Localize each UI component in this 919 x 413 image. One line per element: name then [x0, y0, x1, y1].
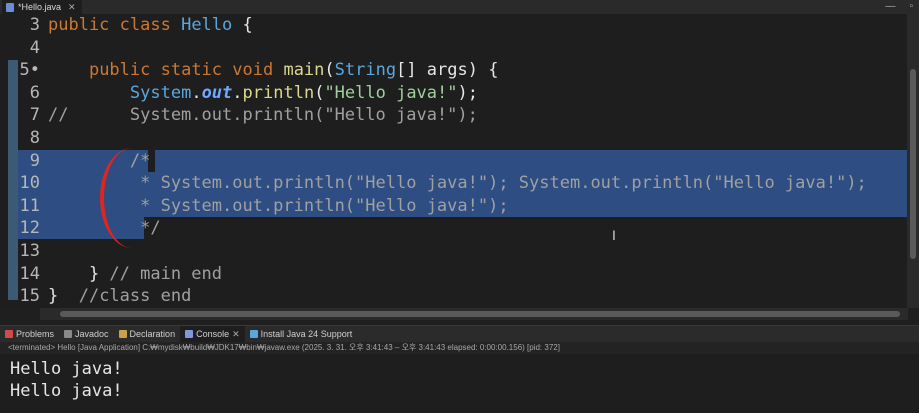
scroll-thumb[interactable] — [910, 69, 916, 259]
code-text: } //class end — [48, 285, 191, 307]
panel-tab-label: Javadoc — [75, 329, 109, 339]
horizontal-scrollbar[interactable] — [40, 308, 908, 320]
code-token: . — [191, 82, 202, 103]
code-token: "Hello java!" — [324, 82, 458, 103]
line-number: 6 — [29, 82, 40, 103]
close-icon[interactable]: ✕ — [68, 0, 76, 14]
panel-tab-label: Console — [196, 329, 230, 339]
code-token: public — [88, 60, 161, 81]
code-text: System.out.println("Hello java!"); — [48, 82, 478, 104]
editor-tab-bar: *Hello.java ✕ — ▫ — [0, 0, 919, 15]
line-number: 14 — [19, 263, 40, 284]
tab-problems[interactable]: Problems — [0, 326, 59, 342]
code-text: public class Hello { — [48, 14, 253, 36]
line-number: 15 — [19, 286, 40, 307]
line-number: 7 — [29, 105, 40, 126]
line-number: 13 — [19, 241, 40, 261]
code-token: . — [232, 82, 243, 103]
panel-tab-label: Declaration — [129, 329, 176, 339]
console-line: Hello java! — [10, 381, 123, 401]
code-token: void — [232, 60, 284, 81]
code-token: out — [201, 82, 233, 103]
code-token: //class end — [78, 286, 192, 307]
line-number: 12 — [19, 218, 40, 239]
selection-highlight — [155, 150, 909, 172]
tab-declaration[interactable]: Declaration — [114, 326, 181, 342]
tab-hello-java[interactable]: *Hello.java ✕ — [2, 0, 82, 14]
panel-tab-label: Problems — [16, 329, 55, 339]
bottom-panel-tabs: Problems Javadoc Declaration Console ✕ Instal… — [0, 325, 919, 342]
code-text: // System.out.println("Hello java!"); — [48, 104, 478, 126]
code-text: * System.out.println("Hello java!"); Sys… — [48, 172, 867, 194]
line-number: 9 — [29, 150, 40, 171]
code-token: } — [48, 263, 110, 284]
line-number: 5• — [19, 60, 40, 81]
console-icon — [185, 330, 194, 338]
code-token: class — [119, 15, 182, 35]
info-icon — [249, 330, 258, 338]
code-token: { — [242, 15, 253, 35]
tab-javadoc[interactable]: Javadoc — [59, 326, 114, 342]
code-text: public static void main(String[] args) { — [48, 59, 499, 81]
console-status: <terminated> Hello [Java Application] C:… — [0, 342, 919, 354]
close-icon[interactable]: ✕ — [232, 329, 240, 340]
line-number: 10 — [19, 173, 40, 194]
window-controls: — ▫ — [885, 1, 913, 13]
tab-install-java-24-support[interactable]: Install Java 24 Support — [245, 326, 358, 342]
panel-tab-label: Install Java 24 Support — [260, 329, 353, 339]
code-token: * System.out.println("Hello java!"); Sys… — [48, 173, 867, 194]
line-number: 11 — [19, 195, 40, 216]
javadoc-icon — [64, 330, 73, 338]
line-number: 3 — [29, 15, 40, 35]
problems-icon — [5, 330, 13, 338]
scroll-thumb[interactable] — [60, 311, 900, 317]
code-token: args) { — [426, 60, 499, 81]
code-token: String — [334, 60, 397, 81]
code-token: } — [48, 286, 79, 307]
text-cursor-icon: I — [612, 227, 616, 243]
code-token: // System.out.println("Hello java!"); — [48, 105, 478, 126]
tab-label: *Hello.java — [18, 2, 62, 12]
minimize-button[interactable]: — — [885, 1, 895, 13]
console-output[interactable]: Hello java! Hello java! — [0, 354, 919, 413]
code-token: public — [48, 15, 120, 35]
code-token: main — [283, 60, 325, 81]
line-number: 8 — [29, 128, 40, 148]
tab-console[interactable]: Console ✕ — [180, 326, 245, 342]
change-marker-band — [8, 60, 18, 300]
red-annotation-mark — [100, 148, 164, 248]
java-file-icon — [6, 2, 14, 12]
code-token: ( — [324, 60, 335, 81]
code-token: Hello — [181, 15, 243, 35]
code-token: System — [129, 82, 192, 103]
declaration-icon — [118, 330, 127, 338]
code-token: ( — [314, 82, 325, 103]
code-text: } // main end — [48, 263, 222, 285]
code-token: static — [160, 60, 233, 81]
console-line: Hello java! — [10, 359, 123, 379]
vertical-scrollbar[interactable] — [907, 14, 919, 308]
code-token: ); — [457, 82, 478, 103]
code-token: println — [242, 82, 315, 103]
line-number: 4 — [29, 37, 40, 58]
code-token: // main end — [109, 263, 223, 284]
maximize-button[interactable]: ▫ — [909, 1, 913, 13]
code-token: [] — [396, 60, 427, 81]
